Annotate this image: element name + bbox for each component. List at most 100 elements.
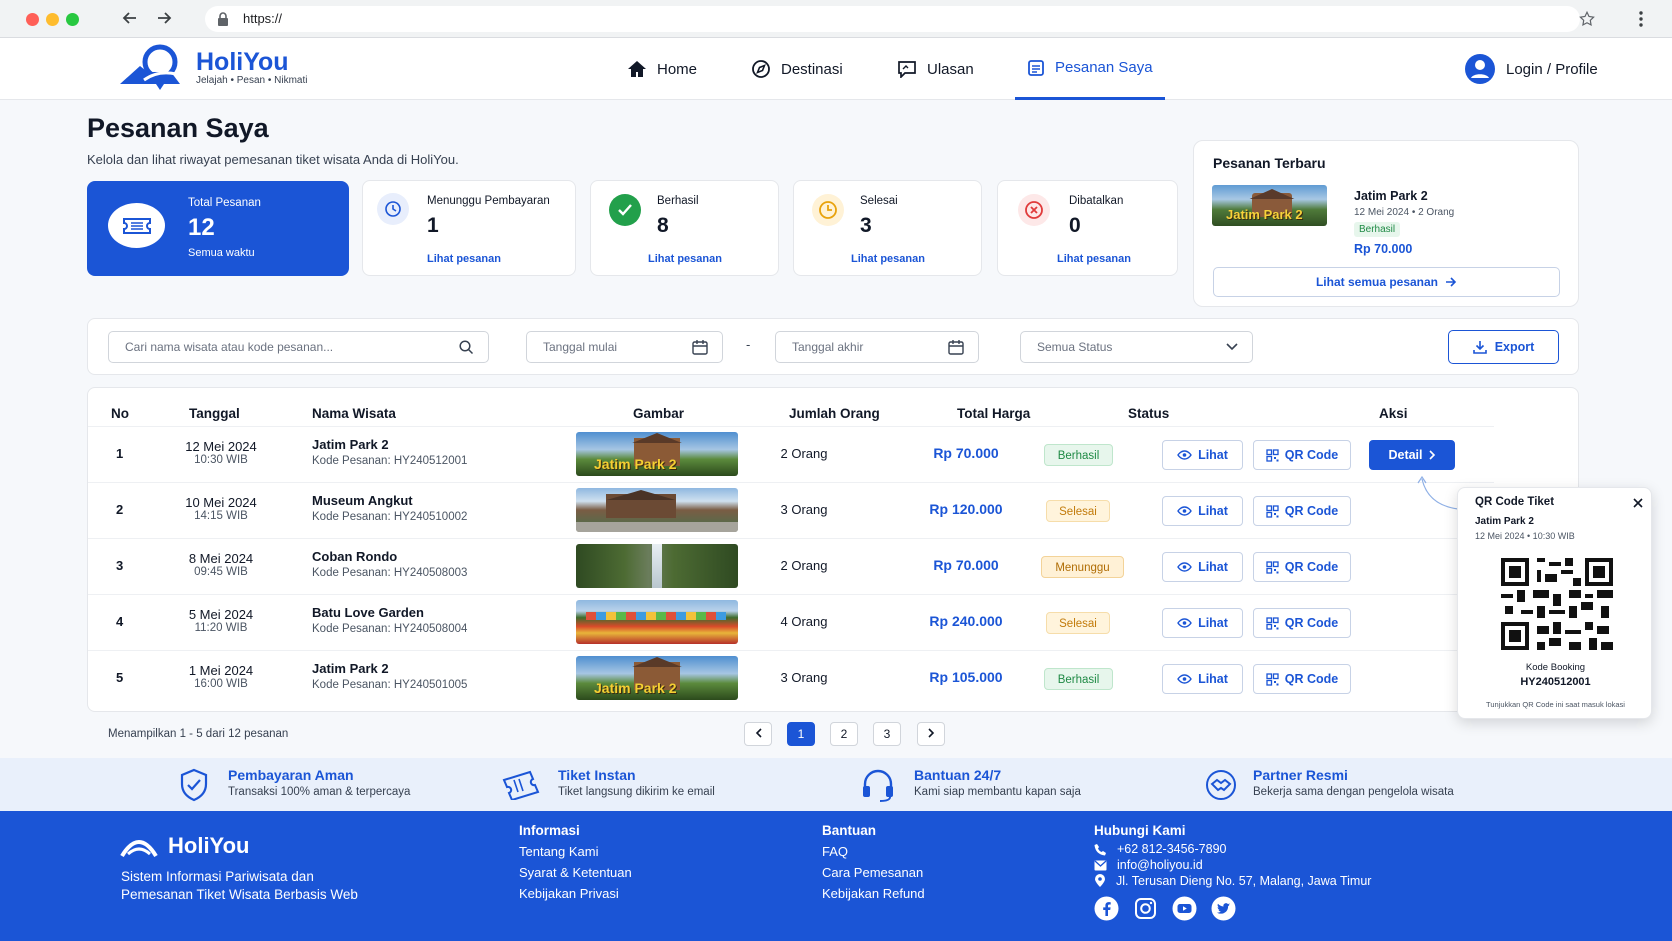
search-input[interactable]: Cari nama wisata atau kode pesanan... [108, 331, 489, 363]
status-select[interactable]: Semua Status [1020, 331, 1253, 363]
maximize-window-button[interactable] [66, 13, 79, 26]
back-icon[interactable] [122, 10, 138, 26]
stat-berhasil-card: Berhasil 8 Lihat pesanan [590, 180, 779, 276]
home-icon [628, 61, 646, 77]
next-page-button[interactable] [917, 722, 945, 746]
footer-phone[interactable]: +62 812-3456-7890 [1094, 842, 1371, 856]
row-thumbnail: Jatim Park 2 [576, 656, 738, 700]
export-button[interactable]: Export [1448, 330, 1559, 364]
status-badge: Menunggu [1041, 556, 1124, 578]
view-button[interactable]: Lihat [1162, 664, 1243, 694]
footer-brand[interactable]: HoliYou [120, 833, 249, 859]
shield-icon [180, 768, 208, 802]
qr-code-button[interactable]: QR Code [1253, 552, 1351, 582]
latest-status-badge: Berhasil [1354, 222, 1401, 237]
stat-selesai-label: Selesai [860, 195, 898, 207]
nav-ulasan[interactable]: Ulasan [897, 38, 974, 100]
instagram-icon[interactable] [1133, 896, 1158, 921]
feature-text: Tiket langsung dikirim ke email [558, 786, 715, 798]
qr-code-button[interactable]: QR Code [1253, 496, 1351, 526]
feature-payment: Pembayaran Aman Transaksi 100% aman & ter… [228, 767, 410, 798]
row-name: Batu Love Garden [312, 605, 424, 620]
row-date-text: 12 Mei 2024 [185, 439, 257, 454]
view-all-orders-button[interactable]: Lihat semua pesanan [1213, 267, 1560, 297]
stat-dibatalkan-link[interactable]: Lihat pesanan [1057, 253, 1131, 265]
view-button[interactable]: Lihat [1162, 608, 1243, 638]
qr-popup-title: QR Code Tiket [1475, 496, 1555, 508]
page-title: Pesanan Saya [87, 113, 269, 143]
footer-link-faq[interactable]: FAQ [822, 844, 925, 859]
row-name: Museum Angkut [312, 493, 413, 508]
search-icon[interactable] [459, 340, 474, 355]
qr-code-button[interactable]: QR Code [1253, 608, 1351, 638]
footer-link-refund[interactable]: Kebijakan Refund [822, 886, 925, 901]
footer-phone-text: +62 812-3456-7890 [1117, 842, 1227, 856]
end-date-input[interactable]: Tanggal akhir [775, 331, 979, 363]
view-button[interactable]: Lihat [1162, 496, 1243, 526]
row-date: 10 Mei 2024 14:15 WIB [176, 495, 266, 522]
row-price: Rp 240.000 [929, 613, 1003, 629]
footer-contact-column: Hubungi Kami +62 812-3456-7890 info@holi… [1094, 823, 1371, 921]
stat-menunggu-link[interactable]: Lihat pesanan [427, 253, 501, 265]
stat-selesai-link[interactable]: Lihat pesanan [851, 253, 925, 265]
footer-email[interactable]: info@holiyou.id [1094, 858, 1371, 872]
row-people: 3 Orang [780, 502, 828, 517]
thumb-text: Jatim Park 2 [594, 456, 677, 472]
menu-kebab-icon[interactable] [1638, 10, 1644, 28]
view-label: Lihat [1198, 448, 1228, 462]
row-destination: Jatim Park 2 Kode Pesanan: HY240512001 [312, 437, 467, 467]
youtube-icon[interactable] [1172, 896, 1197, 921]
footer-link-privasi[interactable]: Kebijakan Privasi [519, 886, 632, 901]
stat-berhasil-label: Berhasil [657, 195, 699, 207]
nav-destinasi[interactable]: Destinasi [751, 38, 843, 100]
stat-berhasil-link[interactable]: Lihat pesanan [648, 253, 722, 265]
page-3-button[interactable]: 3 [873, 722, 901, 746]
location-pin-icon [1095, 874, 1105, 887]
address-bar[interactable]: https:// [205, 6, 1580, 32]
footer-link-tentang[interactable]: Tentang Kami [519, 844, 632, 859]
brand-logo[interactable]: HoliYou Jelajah • Pesan • Nikmati [118, 44, 308, 90]
footer-link-cara-pemesanan[interactable]: Cara Pemesanan [822, 865, 925, 880]
stat-berhasil-value: 8 [657, 214, 669, 237]
calendar-icon[interactable] [692, 340, 708, 355]
detail-button[interactable]: Detail [1369, 440, 1455, 470]
status-badge: Selesai [1046, 612, 1110, 634]
row-no: 4 [116, 614, 124, 629]
main-navbar: HoliYou Jelajah • Pesan • Nikmati Home D… [0, 38, 1672, 100]
bookmark-star-icon[interactable] [1578, 10, 1596, 28]
row-code: Kode Pesanan: HY240508003 [312, 567, 468, 579]
page-1-button[interactable]: 1 [787, 722, 815, 746]
stat-total-card[interactable]: Total Pesanan 12 Semua waktu [87, 181, 349, 276]
facebook-icon[interactable] [1094, 896, 1119, 921]
status-badge: Selesai [1046, 500, 1110, 522]
chevron-right-icon [1428, 450, 1435, 460]
handshake-icon [1206, 770, 1236, 800]
nav-pesanan-saya[interactable]: Pesanan Saya [1015, 38, 1165, 100]
minimize-window-button[interactable] [46, 13, 59, 26]
page-2-button[interactable]: 2 [830, 722, 858, 746]
start-date-input[interactable]: Tanggal mulai [526, 331, 723, 363]
latest-name: Jatim Park 2 [1354, 189, 1428, 203]
footer-contact-title: Hubungi Kami [1094, 823, 1186, 838]
row-no: 2 [116, 502, 124, 517]
qr-code-button[interactable]: QR Code [1253, 440, 1351, 470]
footer-link-syarat[interactable]: Syarat & Ketentuan [519, 865, 632, 880]
view-button[interactable]: Lihat [1162, 440, 1243, 470]
view-button[interactable]: Lihat [1162, 552, 1243, 582]
close-window-button[interactable] [26, 13, 39, 26]
forward-icon[interactable] [156, 10, 172, 26]
review-icon [898, 61, 916, 78]
stat-total-label: Total Pesanan [188, 197, 261, 209]
close-icon[interactable] [1633, 498, 1643, 508]
nav-home[interactable]: Home [627, 38, 697, 100]
login-profile-link[interactable]: Login / Profile [1464, 38, 1598, 100]
qr-code-icon [1266, 672, 1279, 686]
feature-support: Bantuan 24/7 Kami siap membantu kapan saj… [914, 767, 1081, 798]
row-thumbnail: Jatim Park 2 [576, 432, 738, 476]
twitter-icon[interactable] [1211, 896, 1236, 921]
prev-page-button[interactable] [744, 722, 772, 746]
row-people: 2 Orang [780, 558, 828, 573]
nav-home-label: Home [657, 60, 698, 78]
qr-code-button[interactable]: QR Code [1253, 664, 1351, 694]
calendar-icon[interactable] [948, 340, 964, 355]
